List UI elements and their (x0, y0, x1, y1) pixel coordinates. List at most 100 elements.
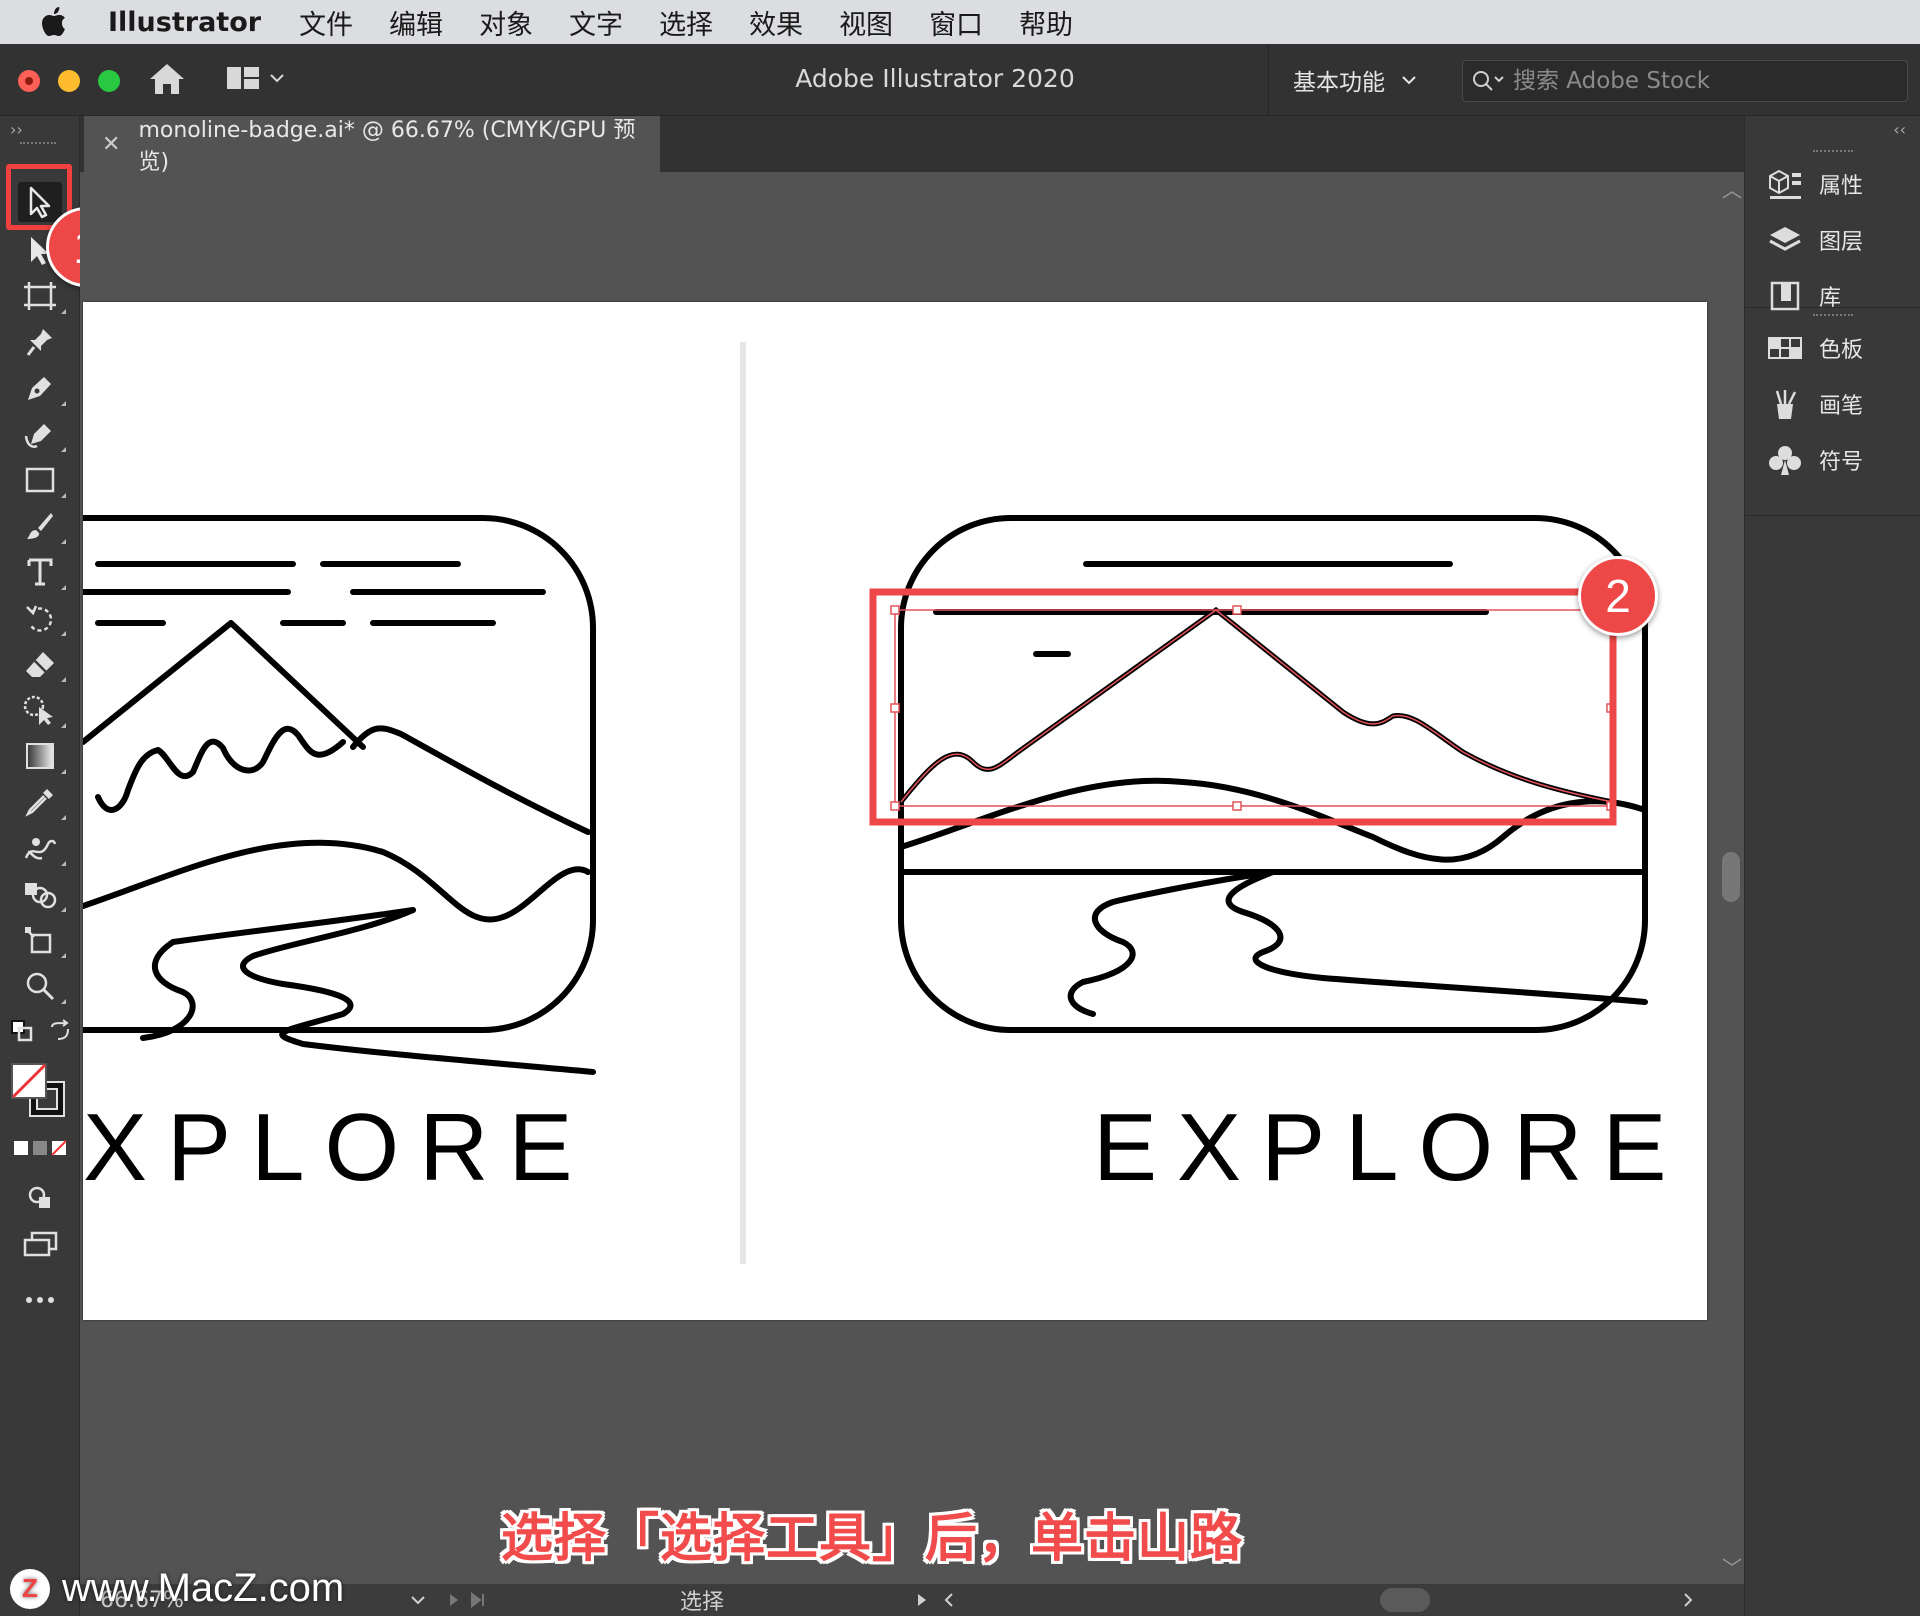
search-icon (1473, 71, 1504, 91)
horizontal-scroll-thumb[interactable] (1380, 1588, 1430, 1612)
eraser-icon (26, 652, 54, 677)
gradient-tool[interactable] (18, 736, 66, 776)
workspace-label: 基本功能 (1293, 70, 1385, 96)
macz-logo-icon: Z (10, 1568, 50, 1609)
paintbrush-icon (27, 513, 53, 539)
chevron-down-icon[interactable] (410, 1595, 426, 1605)
toolbar-grip[interactable] (20, 142, 56, 148)
brushes-panel-button[interactable]: 画笔 (1745, 376, 1920, 432)
panel-group-1: 属性 图层 库 (1745, 144, 1920, 311)
left-badge-text: XPLORE (83, 1094, 592, 1201)
step-badge-2: 2 (1578, 556, 1658, 636)
layers-panel-button[interactable]: 图层 (1745, 212, 1920, 268)
selected-mountain-path[interactable] (890, 605, 1616, 811)
menu-object[interactable]: 对象 (479, 3, 533, 42)
pin-icon (26, 329, 52, 356)
menu-window[interactable]: 窗口 (929, 3, 983, 42)
symbols-icon (1769, 446, 1801, 475)
apple-icon[interactable] (0, 7, 108, 37)
symbols-label: 符号 (1819, 450, 1864, 475)
symbols-panel-button[interactable]: 符号 (1745, 432, 1920, 488)
watermark-text: www.MacZ.com (62, 1566, 345, 1610)
document-tab-bar: ✕ monoline-badge.ai* @ 66.67% (CMYK/GPU … (80, 116, 1744, 175)
blend-icon (25, 883, 57, 909)
search-input[interactable] (1513, 68, 1893, 94)
rectangle-icon (25, 467, 55, 493)
draw-mode-button[interactable] (18, 1178, 62, 1218)
scroll-right-icon[interactable] (1682, 1592, 1694, 1608)
zoom-tool[interactable] (18, 966, 66, 1006)
curvature-tool[interactable] (18, 414, 66, 454)
tutorial-caption: 选择「选择工具」后，单击山路 (500, 1509, 1243, 1569)
left-badge-artwork[interactable] (83, 515, 596, 1075)
swatches-panel-button[interactable]: 色板 (1745, 320, 1920, 376)
color-mode-buttons[interactable] (10, 1134, 70, 1162)
fill-stroke-swatch[interactable] (8, 1060, 68, 1120)
swap-arrows-icon (51, 1019, 69, 1040)
draw-mode-icon (28, 1186, 50, 1208)
scroll-up-icon[interactable]: ︿ (1722, 174, 1742, 203)
type-icon (27, 558, 53, 586)
properties-panel-button[interactable]: 属性 (1745, 156, 1920, 212)
document-tab-title: monoline-badge.ai* @ 66.67% (CMYK/GPU 预览… (138, 118, 636, 175)
swatches-label: 色板 (1819, 338, 1864, 363)
menu-file[interactable]: 文件 (299, 3, 353, 42)
eraser-tool[interactable] (18, 644, 66, 684)
pen-icon (28, 377, 51, 400)
swatches-icon (1768, 337, 1802, 359)
shape-builder-tool[interactable] (18, 690, 66, 730)
eyedropper-tool[interactable] (18, 782, 66, 822)
gradient-icon (26, 743, 54, 769)
artboard-nav-icon[interactable] (446, 1592, 494, 1608)
menu-help[interactable]: 帮助 (1019, 3, 1073, 42)
properties-icon (1769, 169, 1801, 199)
more-icon (26, 1297, 54, 1303)
tools-panel: ›› (0, 116, 80, 1616)
stock-search-box[interactable] (1462, 60, 1908, 102)
curvature-pen-icon (24, 424, 51, 448)
edit-toolbar-button[interactable] (18, 1280, 62, 1320)
properties-label: 属性 (1819, 174, 1864, 199)
app-menu[interactable]: Illustrator (108, 7, 261, 38)
status-menu-arrow-icon[interactable] (916, 1592, 956, 1608)
screen-mode-button[interactable] (18, 1224, 62, 1264)
menu-effect[interactable]: 效果 (749, 3, 803, 42)
puppet-warp-icon (24, 838, 57, 860)
default-colors-button[interactable] (6, 1016, 38, 1046)
menu-type[interactable]: 文字 (569, 3, 623, 42)
layers-icon (1769, 227, 1801, 251)
pin-tool[interactable] (18, 322, 62, 362)
app-title-bar: Adobe Illustrator 2020 基本功能 (0, 44, 1920, 116)
menu-select[interactable]: 选择 (659, 3, 713, 42)
menu-view[interactable]: 视图 (839, 3, 893, 42)
type-tool[interactable] (18, 552, 66, 592)
zoom-icon (26, 972, 55, 1001)
collapse-toolbar-button[interactable]: ›› (10, 120, 23, 139)
artboard[interactable]: XPLORE EXPLORE (83, 302, 1707, 1320)
chevron-down-icon (1402, 76, 1416, 85)
rotate-tool[interactable] (18, 598, 66, 638)
mountain-highlight-frame (869, 588, 1617, 826)
rotate-icon (26, 605, 53, 632)
pen-tool[interactable] (18, 368, 66, 408)
rectangle-tool[interactable] (18, 460, 66, 500)
fill-stroke-icon (11, 1063, 65, 1117)
vertical-scroll-thumb[interactable] (1722, 852, 1740, 902)
free-transform-tool[interactable] (18, 920, 66, 960)
canvas[interactable]: XPLORE EXPLORE ︿ ﹀ (80, 172, 1744, 1584)
brushes-label: 画笔 (1819, 394, 1864, 419)
right-badge-text: EXPLORE (1093, 1094, 1687, 1201)
shape-builder-icon (23, 695, 53, 725)
collapse-panels-button[interactable]: ‹‹ (1893, 120, 1906, 139)
brushes-icon (1775, 390, 1797, 419)
paintbrush-tool[interactable] (18, 506, 66, 546)
menu-edit[interactable]: 编辑 (389, 3, 443, 42)
blend-tool[interactable] (18, 874, 66, 914)
swap-colors-button[interactable] (44, 1016, 76, 1046)
document-tab[interactable]: ✕ monoline-badge.ai* @ 66.67% (CMYK/GPU … (84, 116, 660, 175)
menu-bar: Illustrator 文件 编辑 对象 文字 选择 效果 视图 窗口 帮助 (0, 0, 1920, 44)
artboard-tool[interactable] (18, 276, 66, 316)
workspace-switcher[interactable]: 基本功能 (1268, 44, 1417, 116)
close-tab-icon[interactable]: ✕ (102, 132, 120, 157)
puppet-warp-tool[interactable] (18, 828, 66, 868)
